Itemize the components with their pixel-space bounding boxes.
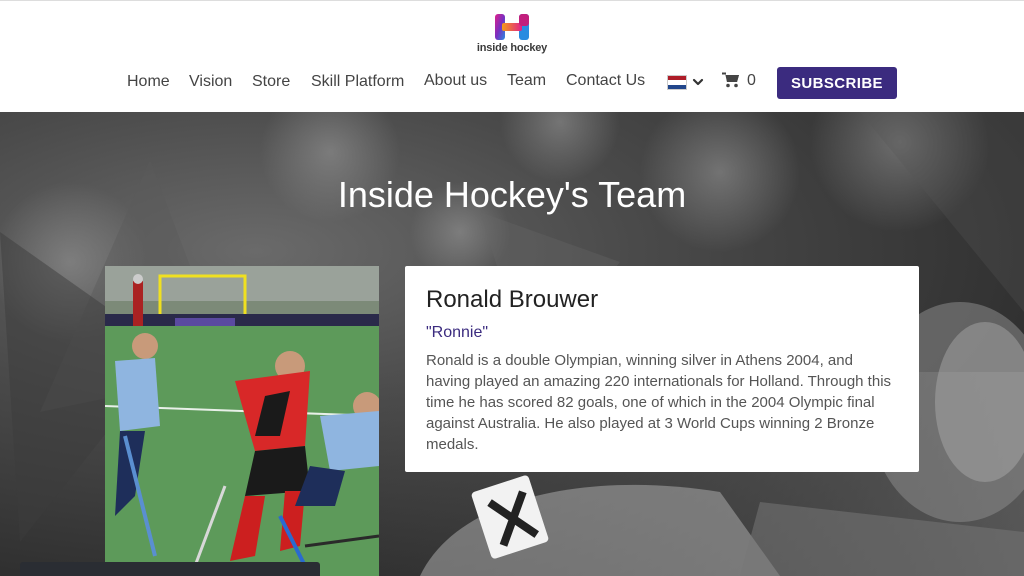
cart-count: 0 [747,72,756,89]
member-photo [105,266,379,576]
netherlands-flag-icon [667,75,687,90]
main-nav: Home Vision Store Skill Platform About u… [0,67,1024,99]
nav-about-us[interactable]: About us [424,72,487,90]
cart-button[interactable]: 0 [722,72,762,92]
logo-text: inside hockey [476,42,548,54]
hockey-player-image [105,266,379,576]
logo-mark-icon [495,14,529,40]
cookie-bar-edge [20,562,320,576]
member-nickname: "Ronnie" [426,324,489,341]
member-bio: Ronald is a double Olympian, winning sil… [426,352,892,453]
nav-team[interactable]: Team [507,72,546,90]
subscribe-button[interactable]: SUBSCRIBE [777,67,897,99]
member-name: Ronald Brouwer [426,286,599,313]
nav-vision[interactable]: Vision [189,73,232,91]
nav-store[interactable]: Store [252,73,290,91]
nav-skill-platform[interactable]: Skill Platform [311,73,404,91]
team-hero: Inside Hockey's Team Ronald Brouwer "Ron… [0,112,1024,576]
language-selector[interactable] [666,73,706,93]
nav-home[interactable]: Home [127,73,170,91]
chevron-down-icon [692,78,704,86]
shopping-cart-icon [722,72,739,88]
nav-contact-us[interactable]: Contact Us [566,72,645,90]
inside-hockey-logo[interactable]: inside hockey [474,13,550,57]
team-member-card: Ronald Brouwer "Ronnie" Ronald is a doub… [405,266,919,472]
site-header: inside hockey Home Vision Store Skill Pl… [0,0,1024,112]
page-title: Inside Hockey's Team [337,174,687,215]
